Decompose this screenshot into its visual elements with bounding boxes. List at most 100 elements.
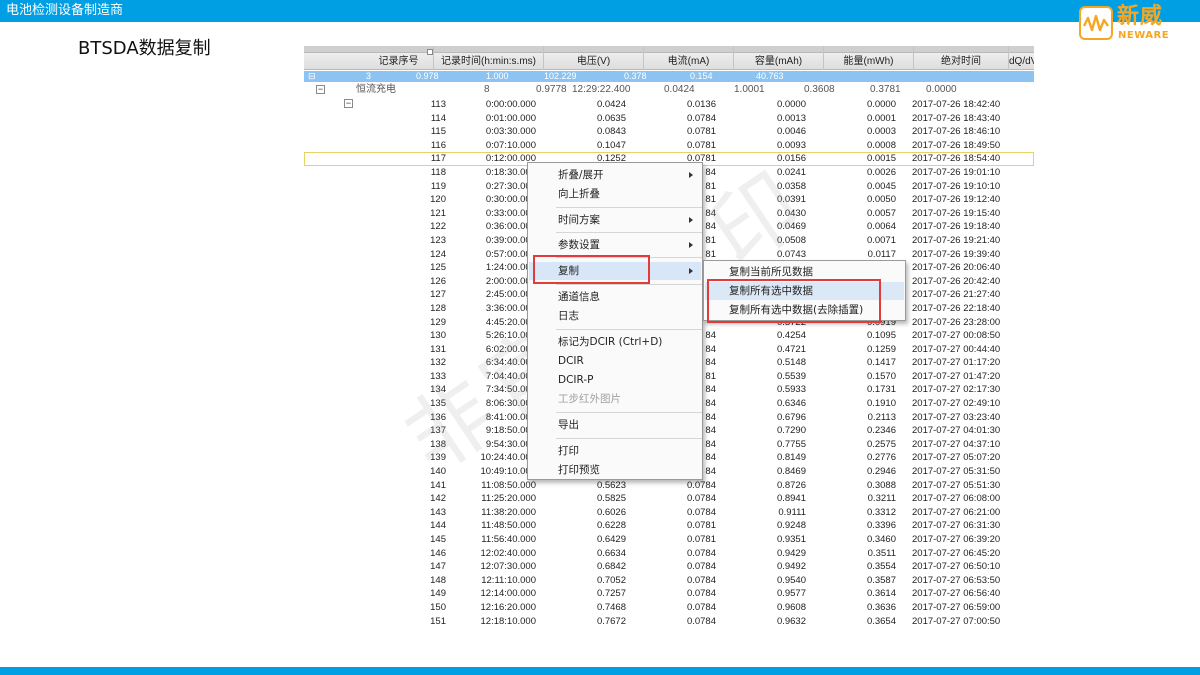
collapse-step-icon[interactable]: − bbox=[316, 85, 325, 94]
menu-item-fold-up[interactable]: 向上折叠 bbox=[529, 185, 701, 203]
expander-icon[interactable]: ⊟ bbox=[308, 71, 316, 82]
table-cell: 2017-07-26 20:42:40 bbox=[912, 275, 1001, 287]
table-cell: 0.8149 bbox=[776, 452, 806, 464]
table-row[interactable]: 141 11:08:50.000 0.5623 0.0784 0.8726 0.3088 2… bbox=[304, 479, 1034, 493]
menu-item-time-scheme[interactable]: 时间方案 bbox=[529, 211, 701, 229]
table-cell: 0.0013 bbox=[776, 112, 806, 124]
menu-item-parameter-settings[interactable]: 参数设置 bbox=[529, 236, 701, 254]
menu-item-dcir[interactable]: DCIR bbox=[529, 352, 701, 370]
table-cell: 2017-07-27 00:44:40 bbox=[912, 343, 1001, 355]
table-row[interactable]: 114 0:01:00.000 0.0635 0.0784 0.0013 0.0001 20… bbox=[304, 112, 1034, 126]
table-cell: 0.6796 bbox=[776, 411, 806, 423]
table-cell: 0.3654 bbox=[866, 615, 896, 627]
table-cell: 0.0045 bbox=[866, 180, 896, 192]
table-cell: 2017-07-27 00:08:50 bbox=[912, 330, 1001, 342]
table-cell: 0.9608 bbox=[776, 601, 806, 613]
menu-item-print-preview[interactable]: 打印预览 bbox=[529, 461, 701, 479]
table-cell: 2017-07-27 05:31:50 bbox=[912, 466, 1001, 478]
selected-cycle-row[interactable]: ⊟ 3 0.978 1.000 102.229 0.378 0.154 40.7… bbox=[304, 71, 1034, 82]
table-row[interactable]: 147 12:07:30.000 0.6842 0.0784 0.9492 0.3554 2… bbox=[304, 560, 1034, 574]
table-cell: 0.3587 bbox=[866, 574, 896, 586]
table-cell: 0.1047 bbox=[596, 139, 626, 151]
table-cell: 0.6634 bbox=[596, 547, 626, 559]
table-cell: 0.0003 bbox=[866, 126, 896, 138]
table-cell: 0.0781 bbox=[686, 126, 716, 138]
slide-title: BTSDA数据复制 bbox=[78, 38, 211, 59]
table-cell: 0.0784 bbox=[686, 547, 716, 559]
table-cell: 150 bbox=[430, 601, 446, 613]
table-cell: 2017-07-26 23:28:00 bbox=[912, 316, 1001, 328]
table-row[interactable]: 143 11:38:20.000 0.6026 0.0784 0.9111 0.3312 2… bbox=[304, 506, 1034, 520]
table-cell: 0.4721 bbox=[776, 343, 806, 355]
menu-item-log[interactable]: 日志 bbox=[529, 307, 701, 325]
table-cell: 0.2346 bbox=[866, 425, 896, 437]
menu-item-mark-dcir[interactable]: 标记为DCIR (Ctrl+D) bbox=[529, 333, 701, 351]
column-header-absolute-time[interactable]: 绝对时间 bbox=[914, 46, 1009, 70]
table-cell: 0.0784 bbox=[686, 112, 716, 124]
menu-item-dcir-p[interactable]: DCIR-P bbox=[529, 371, 701, 389]
table-cell: 0:01:00.000 bbox=[485, 112, 536, 124]
column-header-voltage[interactable]: 电压(V) bbox=[544, 46, 644, 70]
table-cell: 120 bbox=[430, 194, 446, 206]
menu-item-fold-expand[interactable]: 折叠/展开 bbox=[529, 166, 701, 184]
table-row[interactable]: 116 0:07:10.000 0.1047 0.0781 0.0093 0.0008 20… bbox=[304, 139, 1034, 153]
table-cell: 2017-07-27 01:17:20 bbox=[912, 357, 1001, 369]
table-row[interactable]: 142 11:25:20.000 0.5825 0.0784 0.8941 0.3211 2… bbox=[304, 492, 1034, 506]
bottom-banner bbox=[0, 667, 1200, 675]
table-cell: 0.1417 bbox=[866, 357, 896, 369]
menu-item-export[interactable]: 导出 bbox=[529, 416, 701, 434]
table-cell: 113 bbox=[430, 99, 446, 110]
table-cell: 149 bbox=[430, 588, 446, 600]
table-cell: 0.6842 bbox=[596, 561, 626, 573]
column-header-record-no[interactable]: 记录序号 bbox=[364, 46, 434, 70]
table-cell: 134 bbox=[430, 384, 446, 396]
table-cell: 0.2776 bbox=[866, 452, 896, 464]
table-cell: 0.0000 bbox=[776, 99, 806, 110]
table-cell: 12:07:30.000 bbox=[480, 561, 536, 573]
table-cell: 2017-07-27 06:59:00 bbox=[912, 601, 1001, 613]
table-cell: 0.3511 bbox=[867, 547, 896, 559]
table-cell: 0.0784 bbox=[686, 506, 716, 518]
column-header-dqdv[interactable]: dQ/dV(m bbox=[1009, 46, 1034, 70]
menu-item-channel-info[interactable]: 通道信息 bbox=[529, 288, 701, 306]
table-cell: 0.1731 bbox=[866, 384, 896, 396]
table-row[interactable]: 148 12:11:10.000 0.7052 0.0784 0.9540 0.3587 2… bbox=[304, 574, 1034, 588]
table-cell: 0.0784 bbox=[686, 601, 716, 613]
table-cell: 0.7257 bbox=[596, 588, 626, 600]
table-row[interactable]: 150 12:16:20.000 0.7468 0.0784 0.9608 0.3636 2… bbox=[304, 601, 1034, 615]
column-header-record-time[interactable]: 记录时间(h:min:s.ms) bbox=[434, 46, 544, 70]
column-header-current[interactable]: 电流(mA) bbox=[644, 46, 734, 70]
table-row[interactable]: 151 12:18:10.000 0.7672 0.0784 0.9632 0.3654 2… bbox=[304, 615, 1034, 628]
table-cell: 11:56:40.000 bbox=[481, 534, 536, 545]
table-row[interactable]: 146 12:02:40.000 0.6634 0.0784 0.9429 0.3511 2… bbox=[304, 547, 1034, 561]
table-cell: 0.8726 bbox=[776, 479, 806, 491]
table-cell: 123 bbox=[430, 234, 446, 246]
table-cell: 115 bbox=[430, 126, 446, 138]
table-cell: 2017-07-26 19:18:40 bbox=[912, 221, 1001, 233]
table-cell: 0.3396 bbox=[866, 520, 896, 532]
table-row[interactable]: 149 12:14:00.000 0.7257 0.0784 0.9577 0.3614 2… bbox=[304, 587, 1034, 601]
table-cell: 0.0050 bbox=[866, 194, 896, 206]
table-cell: 0.4254 bbox=[776, 330, 806, 342]
table-cell: 151 bbox=[430, 615, 446, 627]
table-cell: 0.3211 bbox=[867, 493, 896, 505]
table-cell: 0.0000 bbox=[866, 99, 896, 110]
table-row[interactable]: 144 11:48:50.000 0.6228 0.0781 0.9248 0.3396 2… bbox=[304, 519, 1034, 533]
table-cell: 0.6346 bbox=[776, 398, 806, 410]
table-row[interactable]: 113 0:00:00.000 0.0424 0.0136 0.0000 0.0000 20… bbox=[304, 98, 1034, 112]
menu-item-print[interactable]: 打印 bbox=[529, 442, 701, 460]
table-cell: 2017-07-26 22:18:40 bbox=[912, 302, 1001, 314]
table-cell: 0.1570 bbox=[866, 370, 896, 382]
column-header-energy[interactable]: 能量(mWh) bbox=[824, 46, 914, 70]
table-cell: 0.5148 bbox=[776, 357, 806, 369]
table-cell: 2017-07-27 02:17:30 bbox=[912, 384, 1001, 396]
context-menu: 折叠/展开 向上折叠 时间方案 参数设置 复制 通道信息 日志 标记为DCIR … bbox=[527, 162, 703, 480]
table-row[interactable]: 145 11:56:40.000 0.6429 0.0781 0.9351 0.3460 2… bbox=[304, 533, 1034, 547]
table-cell: 2017-07-27 06:39:20 bbox=[912, 534, 1001, 545]
table-cell: 148 bbox=[430, 574, 446, 586]
table-row[interactable]: 115 0:03:30.000 0.0843 0.0781 0.0046 0.0003 20… bbox=[304, 125, 1034, 139]
table-cell: 0.3460 bbox=[866, 534, 896, 545]
table-cell: 12:18:10.000 bbox=[480, 615, 536, 627]
table-cell: 0.5623 bbox=[596, 479, 626, 491]
column-header-capacity[interactable]: 容量(mAh) bbox=[734, 46, 824, 70]
